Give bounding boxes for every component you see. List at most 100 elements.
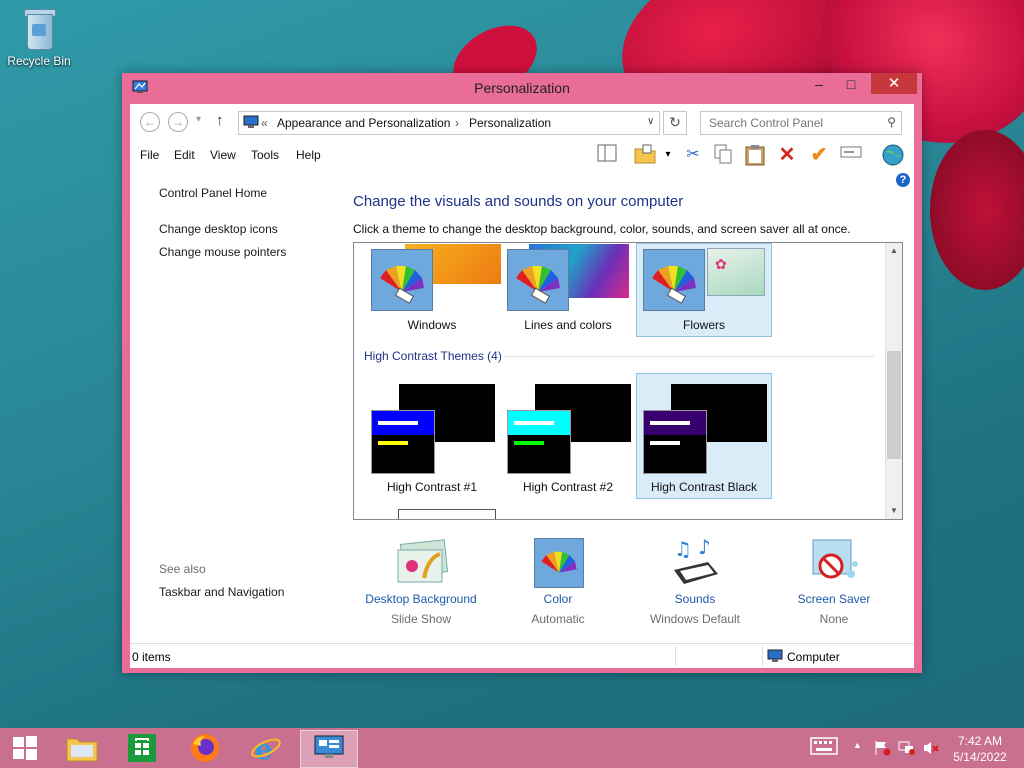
minimize-button[interactable]: – [805, 73, 833, 95]
title-bar[interactable]: Personalization – □ ✕ [122, 73, 922, 103]
theme-lines-and-colors[interactable]: Lines and colors [500, 243, 636, 337]
clock-time: 7:42 AM [957, 734, 1003, 748]
search-input[interactable] [707, 115, 871, 131]
theme-partial-next[interactable] [398, 509, 496, 519]
desktop-background-link[interactable]: Desktop Background [361, 592, 481, 606]
screen-saver-link[interactable]: Screen Saver [774, 592, 894, 606]
change-mouse-pointers-link[interactable]: Change mouse pointers [159, 245, 286, 259]
desktop-background-value: Slide Show [390, 612, 452, 626]
scroll-thumb[interactable] [887, 351, 901, 459]
help-icon[interactable]: ? [896, 173, 910, 187]
taskbar-control-panel[interactable] [300, 730, 358, 768]
menu-bar: File Edit View Tools Help ▾ ✂ ✕ ✔ [130, 140, 914, 170]
recycle-bin-label: Recycle Bin [7, 54, 71, 68]
menu-view[interactable]: View [210, 148, 236, 162]
address-history-dropdown[interactable]: ∨ [647, 116, 654, 127]
menu-file[interactable]: File [140, 148, 159, 162]
taskbar-firefox[interactable] [177, 730, 233, 766]
scroll-up-arrow[interactable]: ▲ [886, 243, 902, 259]
recent-pages-dropdown[interactable]: ▾ [196, 114, 201, 125]
network-icon[interactable] [898, 740, 916, 759]
search-icon[interactable]: ⚲ [887, 115, 896, 129]
hc-window-preview [643, 410, 707, 474]
color-value: Automatic [531, 612, 585, 626]
desktop-background-setting[interactable]: Desktop Background Slide Show [361, 538, 481, 626]
maximize-button[interactable]: □ [837, 73, 865, 95]
sounds-setting[interactable]: ♫ ♪ Sounds Windows Default [635, 535, 755, 626]
show-hidden-icons-button[interactable]: ▲ [853, 740, 862, 750]
theme-label: High Contrast #1 [386, 480, 478, 494]
theme-flowers[interactable]: ✿ Flowers [636, 243, 772, 337]
theme-high-contrast-1[interactable]: High Contrast #1 [364, 373, 500, 499]
paste-icon[interactable] [744, 144, 766, 166]
change-desktop-icons-link[interactable]: Change desktop icons [159, 222, 278, 236]
up-button[interactable]: ↑ [216, 112, 224, 129]
theme-list-scrollbar[interactable]: ▲ ▼ [885, 243, 902, 519]
folder-options-dropdown[interactable]: ▾ [657, 144, 679, 166]
theme-list[interactable]: Windows Lines and colors ✿ Flowers High … [353, 242, 903, 520]
theme-label: High Contrast Black [650, 480, 758, 494]
navigation-bar: ← → ▾ ↑ « Appearance and Personalization… [130, 104, 914, 140]
sounds-value: Windows Default [649, 612, 741, 626]
search-box[interactable]: ⚲ [700, 111, 902, 135]
content-area: Control Panel Home Change desktop icons … [130, 170, 914, 643]
start-button[interactable] [0, 730, 50, 766]
copy-icon[interactable] [712, 144, 734, 166]
internet-explorer-icon: e [251, 733, 281, 766]
close-button[interactable]: ✕ [871, 73, 917, 94]
action-center-flag-icon[interactable] [873, 740, 891, 759]
cut-icon[interactable]: ✂ [682, 144, 704, 166]
page-subheading: Click a theme to change the desktop back… [353, 222, 851, 236]
high-contrast-group-title[interactable]: High Contrast Themes (4) [364, 349, 502, 363]
theme-high-contrast-black[interactable]: High Contrast Black [636, 373, 772, 499]
desktop-background-icon [394, 538, 449, 588]
refresh-button[interactable]: ↻ [663, 111, 687, 135]
screen-saver-value: None [819, 612, 849, 626]
properties-check-icon[interactable]: ✔ [808, 144, 830, 166]
sounds-link[interactable]: Sounds [635, 592, 755, 606]
forward-button[interactable]: → [168, 112, 188, 132]
menu-tools[interactable]: Tools [251, 148, 279, 162]
menu-help[interactable]: Help [296, 148, 321, 162]
theme-high-contrast-2[interactable]: High Contrast #2 [500, 373, 636, 499]
see-also-label: See also [159, 562, 206, 576]
color-swatch-icon [643, 249, 705, 311]
color-link[interactable]: Color [498, 592, 618, 606]
taskbar-internet-explorer[interactable]: e [238, 730, 294, 766]
breadcrumb-appearance[interactable]: Appearance and Personalization [277, 116, 450, 130]
theme-label: Lines and colors [524, 318, 612, 332]
hc-window-preview [507, 410, 571, 474]
control-panel-home-link[interactable]: Control Panel Home [159, 186, 267, 200]
theme-windows[interactable]: Windows [364, 243, 501, 337]
scroll-down-arrow[interactable]: ▼ [886, 503, 902, 519]
computer-icon [243, 115, 259, 128]
status-location: Computer [787, 650, 840, 664]
taskbar-store[interactable] [114, 730, 170, 766]
breadcrumb-personalization[interactable]: Personalization [469, 116, 551, 130]
delete-icon[interactable]: ✕ [776, 144, 798, 166]
folder-options-icon[interactable] [634, 144, 656, 166]
taskbar-file-explorer[interactable] [54, 730, 110, 766]
preview-pane-icon[interactable] [596, 144, 618, 166]
color-setting[interactable]: Color Automatic [498, 538, 618, 626]
volume-muted-icon[interactable] [922, 740, 940, 759]
desktop-icon-recycle-bin[interactable]: Recycle Bin [4, 6, 74, 68]
menu-edit[interactable]: Edit [174, 148, 195, 162]
taskbar-navigation-link[interactable]: Taskbar and Navigation [159, 585, 284, 599]
breadcrumb-overflow[interactable]: « [261, 116, 268, 130]
screen-saver-setting[interactable]: Screen Saver None [774, 538, 894, 626]
touch-keyboard-icon[interactable] [810, 737, 838, 758]
status-divider [762, 646, 763, 666]
color-icon [531, 538, 585, 588]
computer-icon [767, 649, 783, 662]
svg-text:♪: ♪ [698, 538, 711, 559]
address-bar[interactable]: « Appearance and Personalization › Perso… [238, 111, 660, 135]
taskbar-clock[interactable]: 7:42 AM 5/14/2022 [944, 733, 1016, 765]
window-title: Personalization [474, 80, 570, 96]
breadcrumb-separator[interactable]: › [455, 116, 459, 130]
rename-icon[interactable] [840, 144, 862, 166]
flower-icon: ✿ [715, 256, 727, 272]
globe-icon[interactable] [882, 144, 904, 166]
theme-label: High Contrast #2 [522, 480, 614, 494]
back-button[interactable]: ← [140, 112, 160, 132]
